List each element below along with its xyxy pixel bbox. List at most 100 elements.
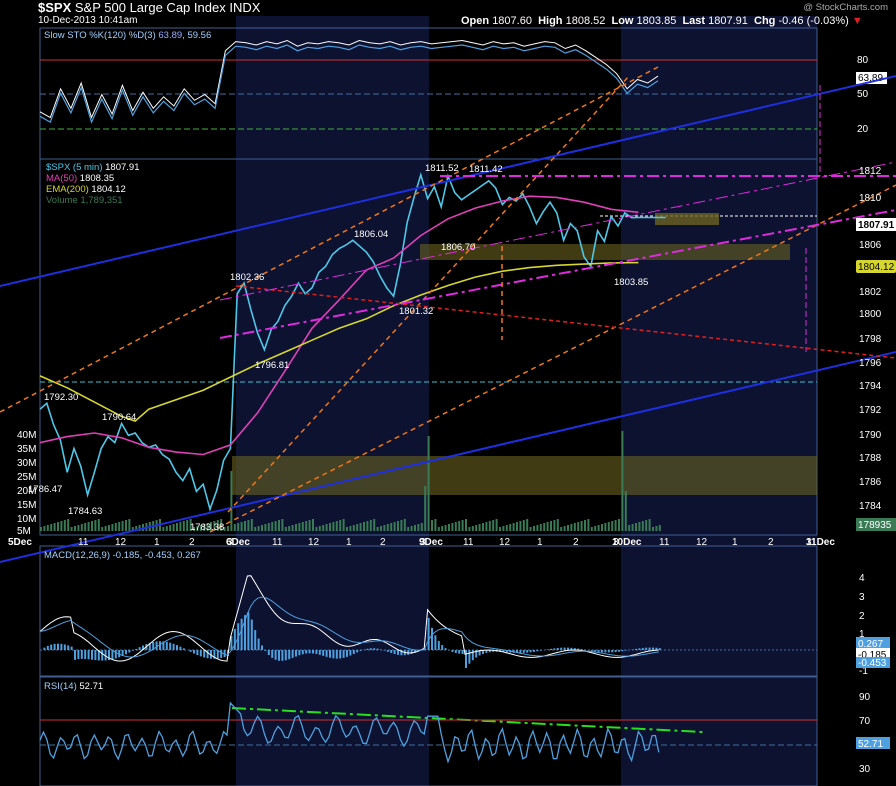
macd-hist-bar <box>91 650 93 660</box>
volume-bar <box>597 525 600 531</box>
macd-hist-bar <box>172 643 175 650</box>
annotation-1784-63: 1784.63 <box>68 506 102 517</box>
legend-ema: EMA(200) 1804.12 <box>46 184 126 195</box>
volume-bar <box>512 523 515 531</box>
macd-hist-bar <box>550 648 552 650</box>
volume-bar <box>349 526 352 531</box>
volume-bar <box>318 526 321 531</box>
macd-hist-bar <box>383 650 386 651</box>
volume-bar <box>567 525 569 531</box>
macd-hist-bar <box>434 635 437 650</box>
price-tick-1798: 1798 <box>859 334 882 345</box>
macd-hist-bar <box>128 650 131 653</box>
price-tick-1806: 1806 <box>859 240 882 251</box>
macd-hist-bar <box>312 650 314 654</box>
volume-bar <box>539 524 542 531</box>
volume-label: 178935 <box>858 520 892 531</box>
volume-bar <box>465 519 467 531</box>
macd-hist-bar <box>176 645 178 650</box>
price-tick-1796: 1796 <box>859 358 882 369</box>
volume-bar <box>104 526 107 531</box>
down-arrow-icon: ▼ <box>851 15 863 27</box>
volume-bar <box>43 526 46 531</box>
legend-ma: MA(50) 1808.35 <box>46 173 114 184</box>
macd-hist-bar <box>380 649 382 650</box>
macd-hist-bar <box>193 650 195 654</box>
macd-hist-bar <box>468 650 471 664</box>
volume-bar <box>448 524 450 531</box>
volume-bar <box>308 520 311 531</box>
macd-hist-bar <box>125 650 127 655</box>
stock-chart: 80 50 20 63.89 Slow STO %K(120) %D(3) 63… <box>0 16 896 786</box>
annotation-1792-30: 1792.30 <box>44 392 78 403</box>
volume-bar <box>94 520 97 531</box>
x-tick-label: 1 <box>732 537 738 548</box>
volume-bar <box>485 522 488 531</box>
rsi-tick-90: 90 <box>859 692 871 703</box>
macd-hist-bar <box>526 650 529 653</box>
macd-hist-bar <box>288 650 291 660</box>
volume-bar <box>264 524 267 531</box>
macd-hist-bar <box>427 617 430 650</box>
volume-bar <box>363 522 365 531</box>
volume-bar <box>441 526 444 531</box>
macd-hist-bar <box>298 650 301 656</box>
volume-bar <box>121 521 124 531</box>
macd-hist-bar <box>373 648 376 650</box>
volume-bar <box>478 524 481 531</box>
macd-hist-bar <box>94 650 97 661</box>
index-name: S&P 500 Large Cap Index <box>74 0 226 15</box>
volume-bar <box>369 520 372 531</box>
macd-hist-bar <box>393 650 396 655</box>
volume-bar <box>108 525 110 531</box>
volume-bar <box>516 522 518 531</box>
volume-bar <box>60 521 63 531</box>
macd-hist-bar <box>451 650 454 652</box>
volume-bar <box>397 521 399 531</box>
vol-tick-25m: 25M <box>17 472 36 483</box>
macd-hist-bar <box>454 650 457 653</box>
volume-bar <box>424 486 427 531</box>
volume-bar <box>233 524 236 531</box>
sto-tick-50: 50 <box>857 89 869 100</box>
macd-hist-bar <box>641 647 644 650</box>
volume-bar <box>176 523 178 531</box>
volume-bar <box>179 522 182 531</box>
macd-hist-bar <box>465 650 467 669</box>
macd-hist-bar <box>638 648 641 650</box>
rsi-last-label: 52.71 <box>858 739 883 750</box>
volume-bar <box>278 520 280 531</box>
volume-bar <box>601 524 603 531</box>
volume-bar <box>380 526 382 531</box>
volume-bar <box>584 520 586 531</box>
macd-hist-bar <box>301 650 304 655</box>
macd-hist-bar <box>522 650 525 653</box>
volume-bar <box>40 527 42 531</box>
macd-hist-bar <box>444 648 447 650</box>
volume-bar <box>580 521 583 531</box>
legend-price: $SPX (5 min) 1807.91 <box>46 162 139 173</box>
volume-bar <box>165 526 168 531</box>
volume-bar <box>162 527 165 531</box>
volume-bar <box>359 523 362 531</box>
macd-hist-bar <box>196 650 199 656</box>
session-shading <box>236 16 817 786</box>
volume-bar <box>352 525 355 531</box>
volume-bar <box>618 519 620 531</box>
macd-hist-bar <box>618 650 620 652</box>
volume-bar <box>227 526 229 531</box>
volume-bar <box>648 519 651 531</box>
x-tick-label: 11 <box>659 537 670 548</box>
volume-bar <box>546 522 549 531</box>
macd-hist-bar <box>43 647 46 650</box>
macd-hist-bar <box>63 644 66 650</box>
volume-bar <box>70 527 73 531</box>
macd-hist-bar <box>553 648 556 650</box>
volume-bar <box>291 525 294 531</box>
macd-hist-bar <box>284 650 287 661</box>
volume-bar <box>645 520 648 531</box>
volume-bar <box>376 527 379 531</box>
vol-tick-15m: 15M <box>17 500 36 511</box>
volume-bar <box>77 525 80 531</box>
macd-hist-bar <box>87 650 90 660</box>
